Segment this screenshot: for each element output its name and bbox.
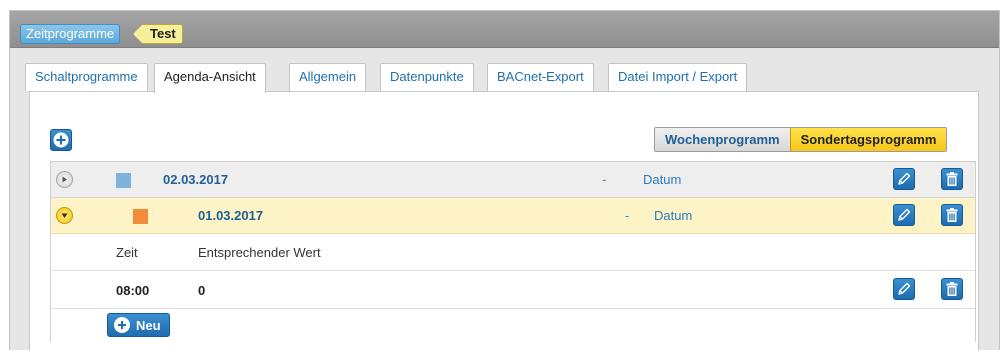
window-frame: Zeitprogramme Test Schaltprogramme Agend… xyxy=(9,10,1000,351)
table-row[interactable]: 08:00 0 xyxy=(51,271,975,309)
pencil-icon xyxy=(898,172,911,185)
program-mode-toggle: Wochenprogramm Sondertagsprogramm xyxy=(654,127,948,152)
pencil-icon xyxy=(898,282,911,295)
entry-type: Datum xyxy=(643,172,682,187)
list-item[interactable]: 02.03.2017 - Datum xyxy=(51,162,975,198)
tab-agenda-ansicht[interactable]: Agenda-Ansicht xyxy=(154,63,266,93)
trash-icon xyxy=(946,172,958,186)
edit-button[interactable] xyxy=(893,168,915,190)
entry-date: 02.03.2017 xyxy=(163,172,229,187)
color-swatch xyxy=(133,209,148,224)
color-swatch xyxy=(116,173,131,188)
detail-table-header: Zeit Entsprechender Wert xyxy=(51,234,975,271)
breadcrumb-current: Test xyxy=(133,24,183,44)
collapse-icon[interactable] xyxy=(56,207,73,224)
new-button[interactable]: Neu xyxy=(107,313,170,337)
cell-value: 0 xyxy=(198,283,206,298)
new-button-label: Neu xyxy=(136,317,161,333)
trash-icon xyxy=(946,208,958,222)
cell-time: 08:00 xyxy=(116,283,150,298)
pencil-icon xyxy=(898,208,911,221)
agenda-list: 02.03.2017 - Datum 01.03.2017 - Datum Ze… xyxy=(50,161,976,342)
add-entry-button[interactable] xyxy=(50,129,72,151)
tab-datei-import-export[interactable]: Datei Import / Export xyxy=(608,63,748,91)
trash-icon xyxy=(946,282,958,296)
edit-button[interactable] xyxy=(893,278,915,300)
delete-button[interactable] xyxy=(941,204,963,226)
toggle-sondertagsprogramm[interactable]: Sondertagsprogramm xyxy=(789,128,947,151)
title-bar: Zeitprogramme Test xyxy=(10,11,999,48)
edit-button[interactable] xyxy=(893,204,915,226)
new-row-container: Neu xyxy=(51,309,975,342)
breadcrumb-root[interactable]: Zeitprogramme xyxy=(20,24,121,44)
delete-button[interactable] xyxy=(941,278,963,300)
tab-bacnet-export[interactable]: BACnet-Export xyxy=(487,63,594,91)
tab-allgemein[interactable]: Allgemein xyxy=(289,63,367,91)
agenda-panel: Wochenprogramm Sondertagsprogramm 02.03.… xyxy=(29,91,979,351)
tab-datenpunkte[interactable]: Datenpunkte xyxy=(380,63,474,91)
toggle-wochenprogramm[interactable]: Wochenprogramm xyxy=(655,128,790,151)
plus-circle-icon xyxy=(53,132,69,148)
plus-circle-icon xyxy=(114,317,130,333)
list-item[interactable]: 01.03.2017 - Datum xyxy=(51,198,975,234)
column-header-value: Entsprechender Wert xyxy=(198,245,321,260)
entry-date: 01.03.2017 xyxy=(198,208,264,223)
delete-button[interactable] xyxy=(941,168,963,190)
entry-type: Datum xyxy=(654,208,693,223)
entry-separator: - xyxy=(625,208,630,223)
entry-separator: - xyxy=(602,172,607,187)
expand-icon[interactable] xyxy=(56,171,73,188)
tab-schaltprogramme[interactable]: Schaltprogramme xyxy=(25,63,148,91)
column-header-time: Zeit xyxy=(116,245,138,260)
